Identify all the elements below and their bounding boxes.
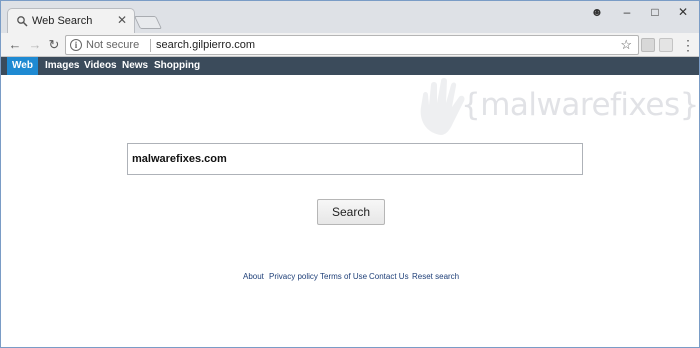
nav-videos[interactable]: Videos bbox=[79, 57, 122, 75]
new-tab-button[interactable] bbox=[133, 16, 163, 29]
browser-window: Web Search ✕ ☻ – □ ✕ ← → ↻ i Not secure … bbox=[0, 0, 700, 348]
search-nav-bar: Web Images Videos News Shopping bbox=[1, 57, 699, 75]
footer-contact-link[interactable]: Contact Us bbox=[369, 272, 409, 281]
nav-images[interactable]: Images bbox=[40, 57, 84, 75]
close-window-button[interactable]: ✕ bbox=[669, 3, 697, 21]
reload-button[interactable]: ↻ bbox=[45, 36, 63, 54]
menu-icon[interactable]: ⋮ bbox=[679, 36, 697, 54]
footer-reset-link[interactable]: Reset search bbox=[412, 272, 459, 281]
tab-web-search[interactable]: Web Search ✕ bbox=[7, 8, 135, 34]
url-text[interactable]: search.gilpierro.com bbox=[156, 39, 255, 51]
footer-terms-link[interactable]: Terms of Use bbox=[320, 272, 367, 281]
profile-icon[interactable]: ☻ bbox=[583, 3, 611, 21]
bookmark-star-icon[interactable]: ☆ bbox=[620, 37, 632, 53]
browser-toolbar: ← → ↻ i Not secure search.gilpierro.com … bbox=[1, 33, 699, 57]
info-icon[interactable]: i bbox=[70, 39, 82, 51]
search-input[interactable] bbox=[128, 144, 582, 174]
search-box[interactable] bbox=[127, 143, 583, 175]
extension-icon-2[interactable] bbox=[659, 38, 673, 52]
url-divider bbox=[150, 39, 151, 52]
watermark-text: {malwarefixes} bbox=[461, 87, 699, 123]
search-icon bbox=[17, 16, 28, 27]
tab-title: Web Search bbox=[32, 15, 93, 27]
nav-shopping[interactable]: Shopping bbox=[149, 57, 205, 75]
forward-button[interactable]: → bbox=[26, 36, 44, 54]
footer-about-link[interactable]: About bbox=[243, 272, 264, 281]
search-button[interactable]: Search bbox=[317, 199, 385, 225]
minimize-button[interactable]: – bbox=[613, 3, 641, 21]
footer-privacy-link[interactable]: Privacy policy bbox=[269, 272, 318, 281]
nav-web[interactable]: Web bbox=[7, 57, 38, 75]
nav-news[interactable]: News bbox=[117, 57, 153, 75]
address-bar[interactable]: i Not secure search.gilpierro.com ☆ bbox=[65, 35, 639, 55]
back-button[interactable]: ← bbox=[6, 36, 24, 54]
security-label: Not secure bbox=[86, 39, 140, 51]
close-tab-icon[interactable]: ✕ bbox=[115, 13, 129, 27]
maximize-button[interactable]: □ bbox=[641, 3, 669, 21]
watermark: {malwarefixes} bbox=[401, 77, 699, 137]
extension-icon[interactable] bbox=[641, 38, 655, 52]
tab-strip: Web Search ✕ ☻ – □ ✕ bbox=[1, 1, 699, 34]
